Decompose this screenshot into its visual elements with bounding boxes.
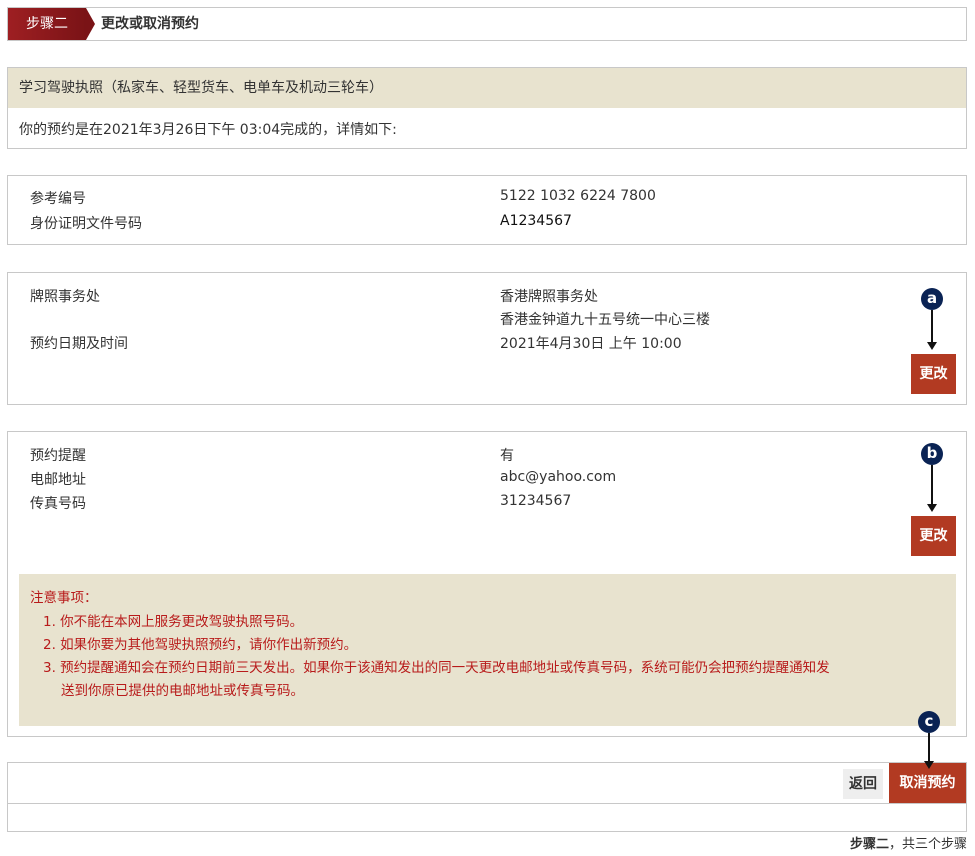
back-button[interactable]: 返回 — [843, 769, 883, 799]
reference-number-value: 5122 1032 6224 7800 — [500, 188, 656, 204]
office-name: 香港牌照事务处 — [500, 289, 598, 305]
appointment-panel: 牌照事务处 香港牌照事务处 香港金钟道九十五号统一中心三楼 预约日期及时间 20… — [7, 272, 967, 405]
appointment-datetime-value: 2021年4月30日 上午 10:00 — [500, 336, 682, 352]
notice-item-continued: 送到你原已提供的电邮地址或传真号码。 — [61, 683, 304, 699]
annotation-arrow-a — [931, 310, 933, 342]
annotation-marker-b: b — [921, 443, 943, 465]
action-bar: 返回 取消预约 — [7, 762, 967, 804]
annotation-marker-c: c — [918, 711, 940, 733]
email-label: 电邮地址 — [30, 472, 86, 488]
licence-panel: 学习驾驶执照（私家车、轻型货车、电单车及机动三轮车） 你的预约是在2021年3月… — [7, 67, 967, 149]
step-progress: 步骤二，共三个步骤 — [850, 833, 967, 852]
annotation-arrowhead-b — [927, 504, 937, 512]
change-appointment-button[interactable]: 更改 — [911, 354, 956, 394]
id-document-label: 身份证明文件号码 — [30, 216, 142, 232]
notice-item: 2. 如果你要为其他驾驶执照预约，请你作出新预约。 — [43, 637, 358, 653]
reminder-panel: 预约提醒 有 电邮地址 abc@yahoo.com 传真号码 31234567 … — [7, 431, 967, 737]
annotation-arrow-b — [931, 465, 933, 505]
action-bar-bottom — [7, 804, 967, 832]
change-reminder-button[interactable]: 更改 — [911, 516, 956, 556]
notice-item: 1. 你不能在本网上服务更改驾驶执照号码。 — [43, 614, 304, 630]
fax-value: 31234567 — [500, 493, 572, 509]
step-progress-total: ，共三个步骤 — [888, 837, 967, 852]
id-document-value: A1234567 — [500, 213, 572, 229]
annotation-arrowhead-a — [927, 342, 937, 350]
reminder-label: 预约提醒 — [30, 448, 86, 464]
annotation-arrowhead-c — [924, 761, 934, 769]
licence-type: 学习驾驶执照（私家车、轻型货车、电单车及机动三轮车） — [8, 68, 966, 108]
notice-item: 3. 预约提醒通知会在预约日期前三天发出。如果你于该通知发出的同一天更改电邮地址… — [43, 660, 830, 676]
annotation-marker-a: a — [921, 288, 943, 310]
step-indicator-arrow — [86, 8, 95, 40]
page-title: 更改或取消预约 — [101, 16, 199, 32]
notice-title: 注意事项： — [30, 590, 98, 606]
email-value: abc@yahoo.com — [500, 469, 617, 485]
cancel-appointment-button[interactable]: 取消预约 — [889, 763, 966, 803]
reminder-value: 有 — [500, 448, 514, 464]
annotation-arrow-c — [928, 733, 930, 763]
step-header: 步骤二 更改或取消预约 — [7, 7, 967, 41]
reference-number-label: 参考编号 — [30, 191, 86, 207]
appointment-datetime-label: 预约日期及时间 — [30, 336, 128, 352]
office-address: 香港金钟道九十五号统一中心三楼 — [500, 312, 710, 328]
office-label: 牌照事务处 — [30, 289, 100, 305]
step-progress-current: 步骤二 — [849, 837, 889, 852]
notice-box: 注意事项： 1. 你不能在本网上服务更改驾驶执照号码。 2. 如果你要为其他驾驶… — [19, 574, 956, 726]
fax-label: 传真号码 — [30, 496, 86, 512]
booking-completed-text: 你的预约是在2021年3月26日下午 03:04完成的，详情如下: — [19, 122, 397, 138]
step-indicator: 步骤二 — [8, 8, 86, 40]
reference-panel: 参考编号 5122 1032 6224 7800 身份证明文件号码 A12345… — [7, 175, 967, 245]
